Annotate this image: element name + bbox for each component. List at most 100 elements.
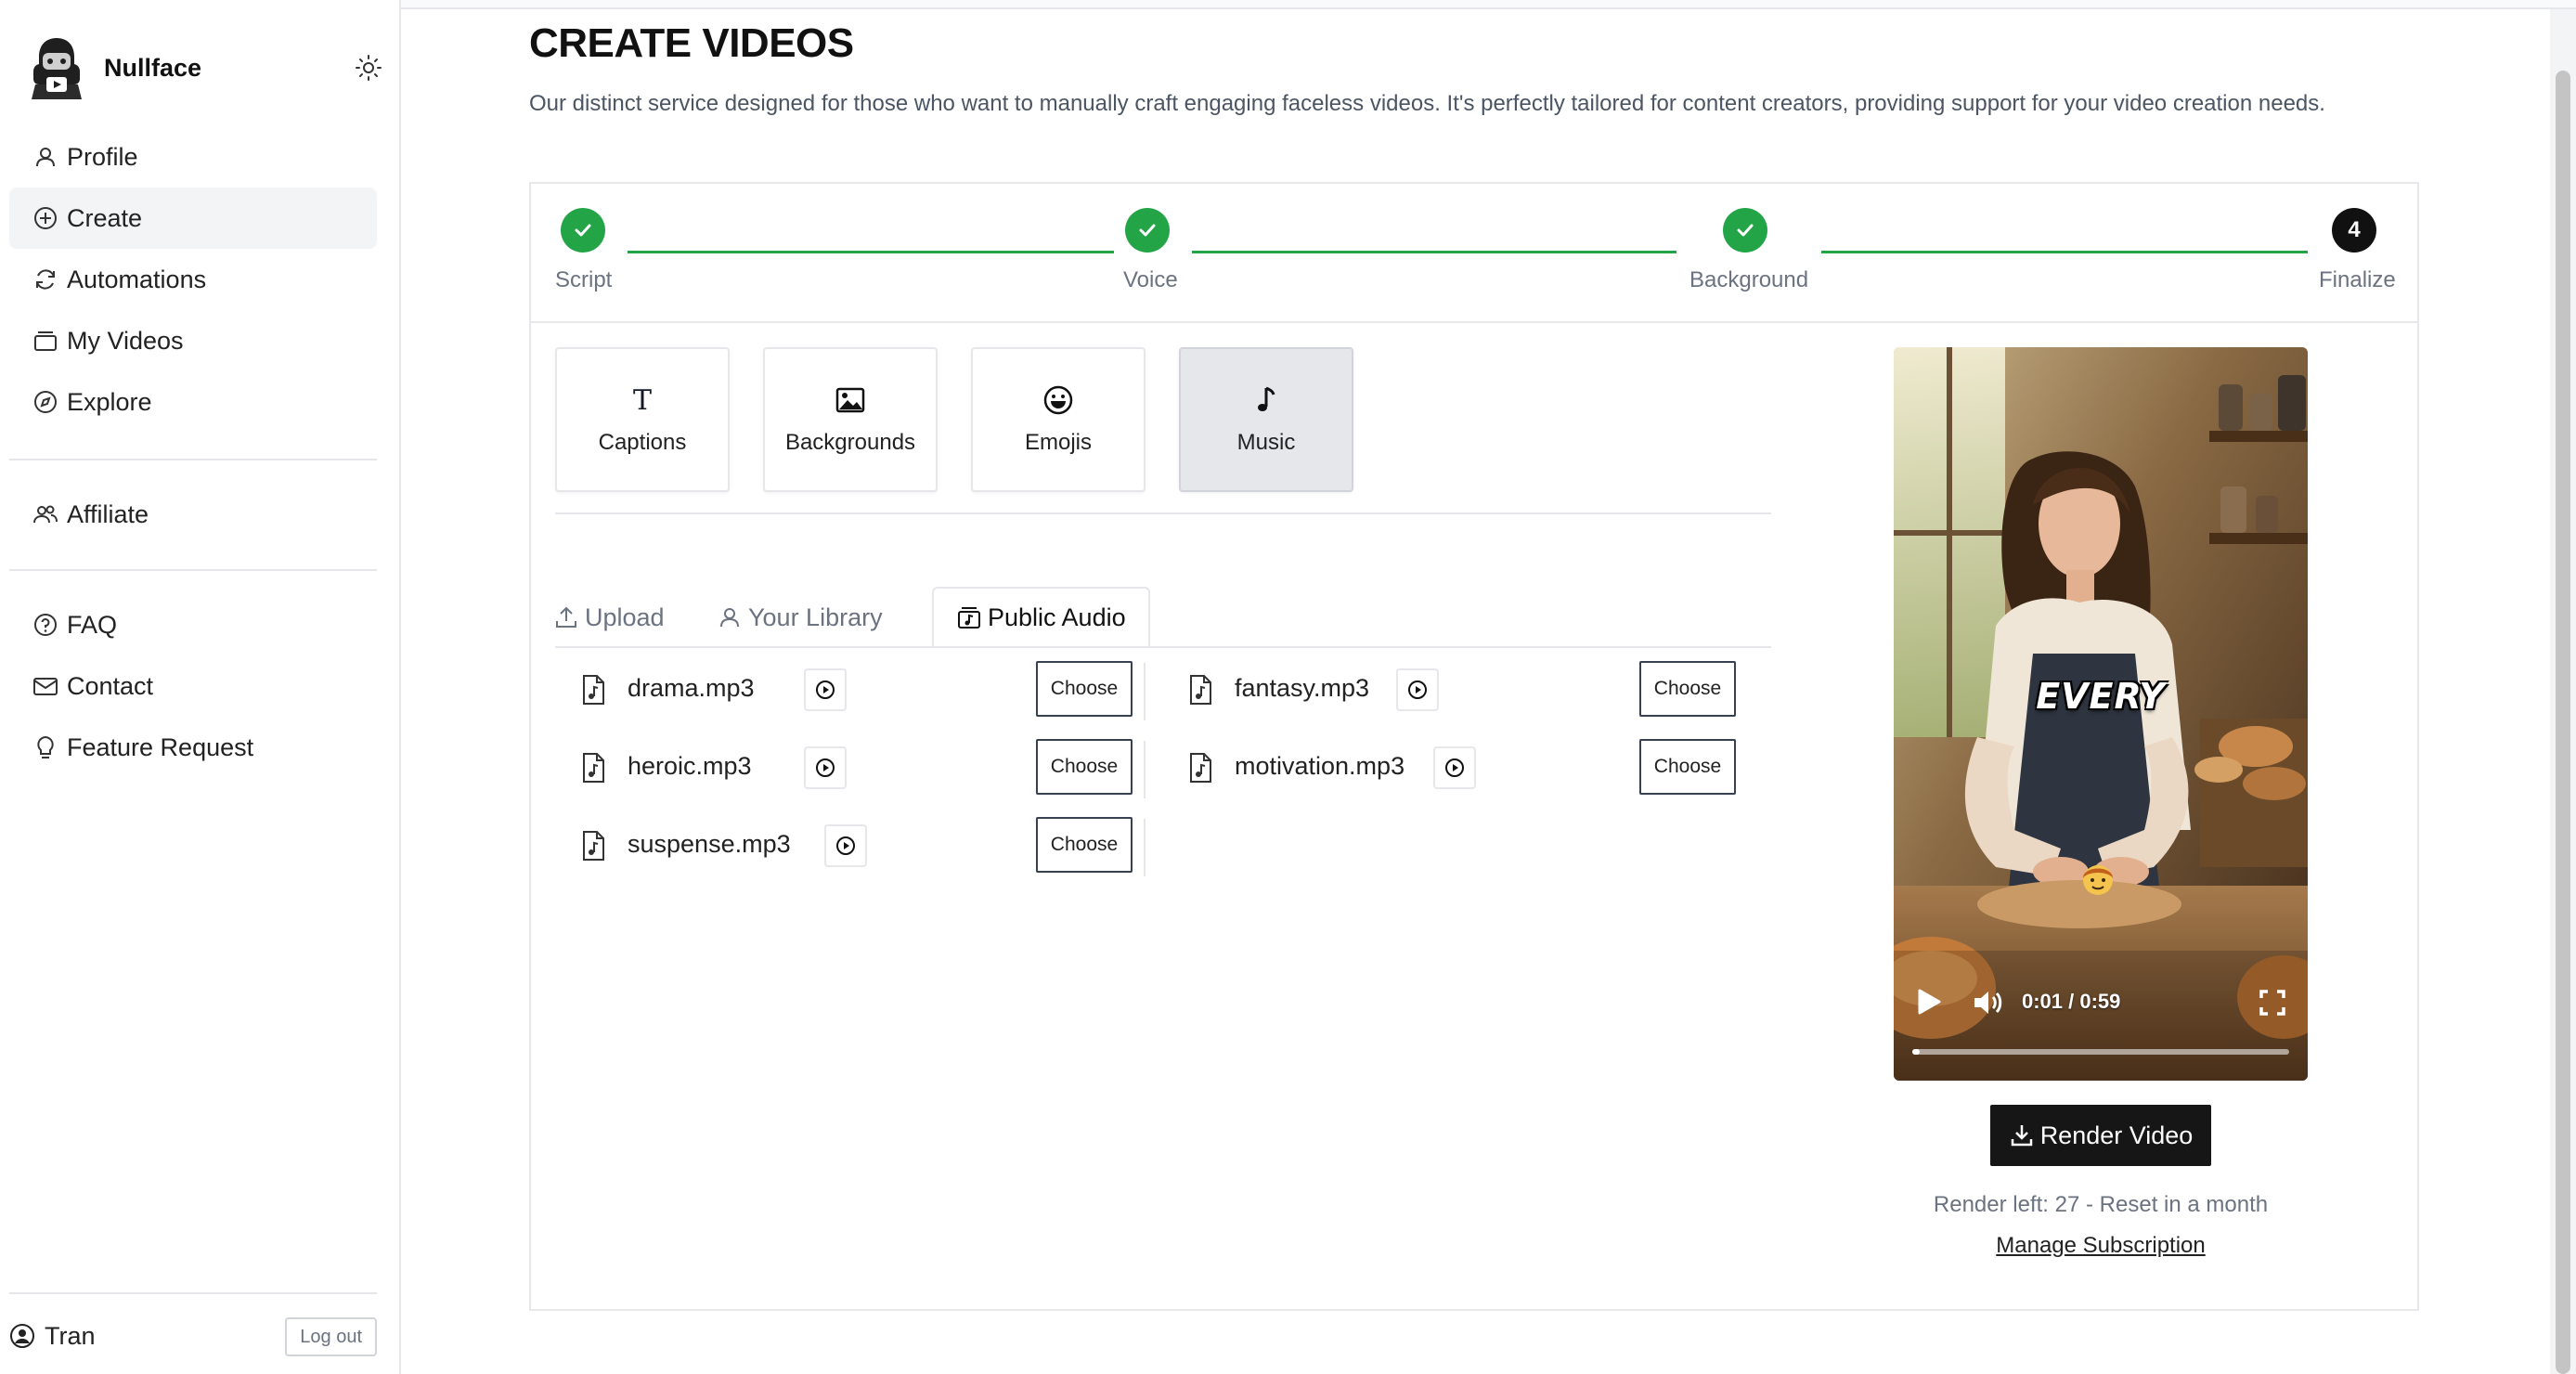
tab-upload[interactable]: Upload: [531, 587, 687, 648]
video-progress-bar[interactable]: [1912, 1049, 2289, 1055]
play-preview-button[interactable]: [804, 746, 847, 789]
nav-secondary: Affiliate: [9, 484, 377, 545]
sidebar-item-contact[interactable]: Contact: [9, 655, 377, 717]
column-divider: [1144, 741, 1146, 798]
check-icon: [1139, 224, 1156, 237]
tool-label: Captions: [598, 430, 687, 455]
audio-file-name: suspense.mp3: [628, 830, 791, 858]
manage-subscription-link[interactable]: Manage Subscription: [1868, 1233, 2334, 1259]
choose-button[interactable]: Choose: [1036, 739, 1133, 795]
robot-avatar-icon: [32, 38, 82, 99]
check-icon: [1737, 224, 1754, 237]
top-bar: [401, 0, 2576, 9]
tool-emojis-button[interactable]: Emojis: [971, 347, 1146, 492]
play-circle-icon: [1445, 758, 1464, 777]
sidebar-item-my-videos[interactable]: My Videos: [9, 310, 377, 371]
choose-button[interactable]: Choose: [1639, 739, 1736, 795]
brand-name: Nullface: [104, 53, 202, 82]
sun-icon[interactable]: [355, 54, 382, 82]
sidebar-item-label: Explore: [67, 387, 152, 416]
music-file-icon: [583, 753, 604, 783]
step-connector: [628, 251, 1114, 253]
tool-captions-button[interactable]: T Captions: [555, 347, 730, 492]
music-file-icon: [1190, 753, 1211, 783]
user-icon: [36, 148, 55, 167]
sidebar-item-affiliate[interactable]: Affiliate: [9, 484, 377, 545]
volume-icon[interactable]: [1972, 988, 2003, 1018]
choose-button[interactable]: Choose: [1036, 817, 1133, 873]
play-preview-button[interactable]: [1433, 746, 1476, 789]
video-time: 0:01 / 0:59: [2022, 990, 2121, 1013]
woman-emoji-icon: [2083, 865, 2113, 895]
sidebar-item-label: Create: [67, 203, 143, 232]
sidebar-item-feature-request[interactable]: Feature Request: [9, 717, 377, 778]
sidebar-item-label: Contact: [67, 671, 154, 700]
music-file-icon: [583, 675, 604, 705]
user-row: Tran Log out: [9, 1311, 377, 1361]
step-label-finalize: Finalize: [2319, 267, 2396, 292]
play-circle-icon: [1408, 681, 1427, 699]
sidebar-item-create[interactable]: Create: [9, 188, 377, 249]
nav-divider: [9, 569, 377, 571]
play-preview-button[interactable]: [804, 668, 847, 711]
help-circle-icon: [34, 614, 57, 636]
play-circle-icon: [816, 681, 835, 699]
step-connector: [1192, 251, 1676, 253]
tab-label: Upload: [585, 603, 665, 631]
sidebar-item-label: Feature Request: [67, 732, 254, 761]
tab-public-audio[interactable]: Public Audio: [932, 587, 1150, 648]
logout-button[interactable]: Log out: [285, 1317, 377, 1356]
choose-button[interactable]: Choose: [1639, 661, 1736, 717]
music-note-icon: [1258, 386, 1275, 411]
tab-your-library[interactable]: Your Library: [694, 587, 905, 648]
tool-label: Backgrounds: [784, 430, 916, 455]
list-item: motivation.mp3 Choose: [1186, 739, 1743, 797]
music-file-icon: [583, 831, 604, 861]
audio-file-name: fantasy.mp3: [1235, 674, 1370, 702]
tool-backgrounds-button[interactable]: Backgrounds: [763, 347, 938, 492]
page-scrollbar[interactable]: [2550, 9, 2576, 1374]
tool-label: Emojis: [1024, 430, 1092, 455]
nav-divider: [9, 459, 377, 460]
sidebar-item-automations[interactable]: Automations: [9, 249, 377, 310]
text-icon: T: [632, 383, 652, 417]
audio-file-name: heroic.mp3: [628, 752, 752, 780]
step-label-voice: Voice: [1123, 267, 1178, 292]
list-item: heroic.mp3 Choose: [579, 739, 1133, 797]
sidebar-item-label: Automations: [67, 265, 207, 293]
column-divider: [1144, 663, 1146, 720]
create-video-card: Script Voice Background 4 Finalize T Cap…: [529, 182, 2419, 1311]
sidebar-item-label: My Videos: [67, 326, 184, 355]
mail-icon: [33, 678, 58, 695]
download-icon: [2011, 1125, 2032, 1147]
play-preview-button[interactable]: [1396, 668, 1439, 711]
audio-file-name: motivation.mp3: [1235, 752, 1405, 780]
brand[interactable]: Nullface: [30, 33, 382, 102]
fullscreen-icon[interactable]: [2259, 990, 2285, 1016]
sidebar-item-label: Profile: [67, 142, 138, 171]
sidebar: Nullface Profile Create Automations My V…: [0, 0, 401, 1374]
sidebar-item-profile[interactable]: Profile: [9, 126, 377, 188]
step-voice-check: [1125, 208, 1170, 253]
user-circle-icon: [10, 1324, 34, 1348]
sidebar-item-explore[interactable]: Explore: [9, 371, 377, 433]
play-icon[interactable]: [1912, 986, 1944, 1018]
sidebar-item-faq[interactable]: FAQ: [9, 594, 377, 655]
step-label-background: Background: [1689, 267, 1809, 292]
list-item: suspense.mp3 Choose: [579, 817, 1133, 875]
column-divider: [1144, 819, 1146, 876]
tab-label: Your Library: [748, 603, 883, 631]
smile-icon: [1043, 385, 1073, 415]
scrollbar-thumb[interactable]: [2556, 71, 2570, 1374]
render-video-button[interactable]: Render Video: [1990, 1105, 2211, 1166]
caption-preview-word: EVERY: [2036, 676, 2166, 717]
tool-music-button[interactable]: Music: [1179, 347, 1353, 492]
image-icon: [835, 387, 865, 413]
choose-button[interactable]: Choose: [1036, 661, 1133, 717]
lightbulb-icon: [37, 735, 54, 758]
upload-icon: [556, 606, 576, 628]
play-preview-button[interactable]: [824, 824, 867, 867]
page-title: CREATE VIDEOS: [529, 20, 854, 66]
video-preview[interactable]: EVERY 0:01 / 0:59: [1894, 347, 2308, 1081]
step-label-script: Script: [555, 267, 613, 292]
